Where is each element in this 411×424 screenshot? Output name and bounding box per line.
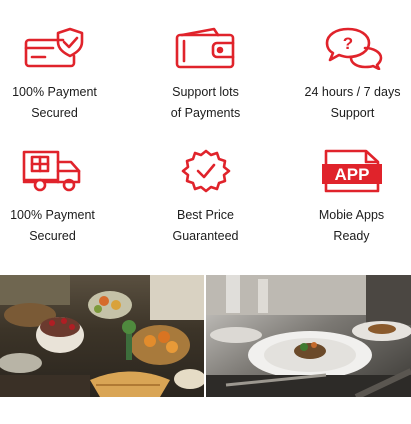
feature-line2: of Payments: [170, 106, 241, 120]
feature-best-price: Best Price Guaranteed: [137, 149, 274, 247]
feature-line1: Best Price: [177, 208, 234, 222]
svg-text:APP: APP: [334, 165, 369, 184]
feature-support: ? 24 hours / 7 days Support: [284, 26, 411, 124]
feature-line2: Support: [330, 106, 375, 120]
plated-dish-photo: [206, 275, 411, 397]
feature-line2: Guaranteed: [172, 229, 239, 243]
delivery-truck-icon: [22, 150, 80, 192]
support-chat-icon: ?: [325, 27, 382, 70]
feature-mobile-apps: APP Mobie Apps Ready: [283, 149, 411, 247]
photo-strip: [0, 275, 411, 397]
feature-line1: 100% Payment: [12, 85, 97, 99]
feature-line2: Secured: [29, 229, 76, 243]
features-grid: 100% Payment Secured Support lots of Pay…: [0, 0, 411, 270]
feature-line2: Secured: [31, 106, 78, 120]
feature-secure-payment: 100% Payment Secured: [0, 26, 123, 124]
feature-line2: Ready: [333, 229, 370, 243]
app-icon: APP: [321, 149, 382, 193]
feature-line1: 24 hours / 7 days: [304, 85, 401, 99]
feature-delivery: 100% Payment Secured: [0, 149, 121, 247]
wallet-icon: [175, 27, 234, 69]
price-badge-icon: [181, 149, 230, 193]
svg-text:?: ?: [342, 34, 352, 53]
feature-line1: Support lots: [172, 85, 239, 99]
feature-line1: 100% Payment: [10, 208, 95, 222]
feature-payment-options: Support lots of Payments: [137, 26, 274, 124]
secure-card-icon: [24, 27, 83, 68]
buffet-food-photo: [0, 275, 204, 397]
feature-line1: Mobie Apps: [318, 208, 385, 222]
